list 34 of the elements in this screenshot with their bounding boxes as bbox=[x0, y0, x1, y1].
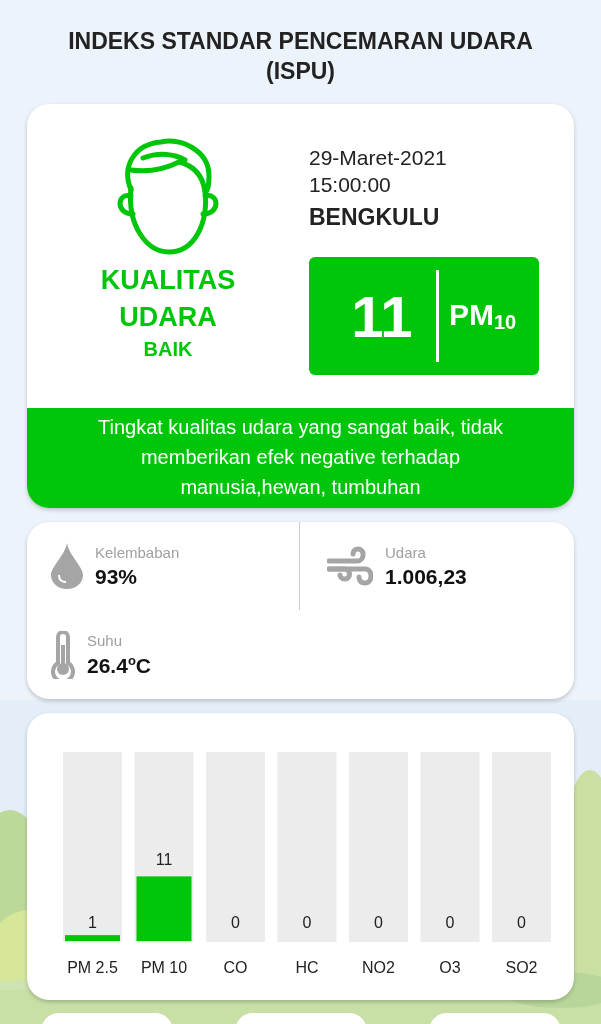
bar-value: 0 bbox=[231, 914, 240, 931]
water-drop-icon bbox=[51, 543, 83, 589]
weather-value: 1.006,23 bbox=[385, 564, 467, 589]
bar-value: 0 bbox=[374, 914, 383, 931]
bar-value: 11 bbox=[155, 851, 173, 869]
date-text: 29-Maret-2021 bbox=[309, 145, 447, 171]
category-label: NO2 bbox=[362, 959, 395, 976]
bar-value: 1 bbox=[88, 914, 97, 931]
category-label: HC bbox=[295, 959, 319, 976]
bar-value: 0 bbox=[445, 914, 455, 931]
category-label: SO2 bbox=[505, 959, 538, 976]
category-label: PM 2.5 bbox=[67, 959, 118, 976]
weather-label: Kelembaban bbox=[95, 543, 180, 561]
quality-description: Tingkat kualitas udara yang sangat baik, tidak memberikan efek negative terhadap manusia,hewan, tumbuhan bbox=[27, 408, 574, 508]
pollutant-label: PM$_{10}$ bbox=[448, 298, 517, 334]
category-label: CO bbox=[223, 959, 248, 976]
bar bbox=[65, 935, 120, 941]
weather-label: Suhu bbox=[87, 631, 124, 649]
index-value: 11 bbox=[350, 282, 414, 350]
quality-label: KUALITAS UDARA bbox=[99, 264, 237, 334]
weather-value: 93% bbox=[95, 564, 139, 589]
city-name: BENGKULU bbox=[309, 204, 440, 231]
category-label: O3 bbox=[439, 959, 461, 976]
bar-value: 0 bbox=[517, 914, 526, 931]
thermometer-icon bbox=[51, 630, 75, 679]
category-label: PM 10 bbox=[140, 959, 188, 976]
wind-icon bbox=[327, 545, 373, 587]
time-text: 15:00:00 bbox=[309, 172, 391, 198]
page-title: INDEKS STANDAR PENCEMARAN UDARA (ISPU) bbox=[67, 27, 534, 86]
bar bbox=[136, 876, 192, 941]
weather-value: 26.4$^{o}$C bbox=[87, 652, 151, 678]
weather-label: Udara bbox=[385, 543, 427, 561]
bar-value: 0 bbox=[302, 914, 312, 931]
quality-status: BAIK bbox=[143, 338, 193, 361]
